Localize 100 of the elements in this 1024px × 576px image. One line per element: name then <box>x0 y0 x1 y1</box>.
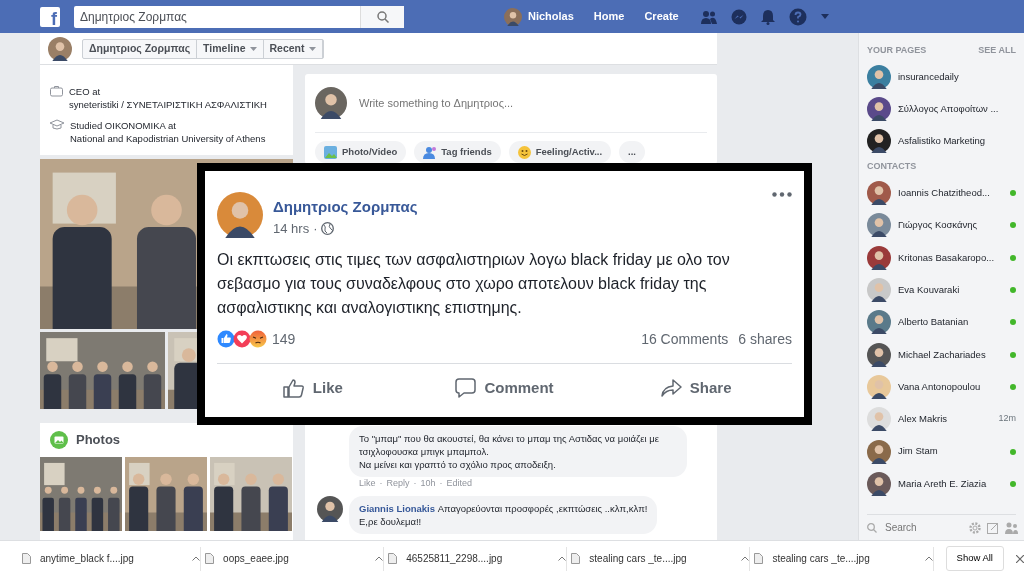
photos-title[interactable]: Photos <box>76 430 121 450</box>
caret-up-icon[interactable] <box>375 556 384 561</box>
comments-count-link[interactable]: 16 Comments <box>641 328 729 350</box>
file-icon <box>388 553 398 564</box>
search-button[interactable] <box>360 5 404 28</box>
last-active-time: 12m <box>998 412 1016 426</box>
download-item[interactable]: oops_eaee.jpg <box>201 546 385 571</box>
caret-up-icon[interactable] <box>192 556 201 561</box>
author-name-link[interactable]: Δημητριος Ζορμπας <box>273 196 762 219</box>
post-action-button[interactable]: Comment <box>408 368 601 408</box>
post-time-link[interactable]: 14 hrs <box>273 218 310 238</box>
intro-link[interactable]: syneteristiki / ΣΥΝΕΤΑΙΡΙΣΤΙΚΗ ΑΣΦΑΛΙΣΤΙΚΗ <box>69 99 267 110</box>
share-arrow-icon <box>660 379 682 397</box>
love-reaction-icon <box>233 330 251 348</box>
section-title: CONTACTS <box>867 160 917 174</box>
photo-icon <box>324 145 337 159</box>
user-avatar <box>504 7 522 26</box>
chat-search-field[interactable]: Search <box>883 519 963 536</box>
caret-up-icon[interactable] <box>558 556 567 561</box>
user-link[interactable]: Nicholas <box>528 8 574 25</box>
profile-avatar <box>48 36 72 61</box>
contact-item[interactable]: Eva Kouvaraki <box>867 273 1016 307</box>
dropdown-button[interactable]: Recent <box>263 39 323 58</box>
post-action-button[interactable]: Like <box>217 368 409 408</box>
contact-item[interactable]: Ioannis Chatzitheod... <box>867 177 1016 210</box>
smiley-icon <box>517 145 531 159</box>
profile-name-link[interactable]: Δημητριος Ζορμπας <box>83 39 198 58</box>
composer-button[interactable]: Feeling/Activ... <box>508 141 612 164</box>
search-icon <box>867 522 877 533</box>
close-icon[interactable] <box>1016 554 1024 563</box>
separator: · <box>413 476 417 490</box>
intro-link[interactable]: National and Kapodistrian University of Athens <box>70 133 266 144</box>
contact-item[interactable]: Alex Makris 12m <box>867 403 1016 436</box>
friends-icon[interactable] <box>700 9 717 24</box>
contact-avatar <box>867 245 891 270</box>
contact-avatar <box>867 213 891 238</box>
commenter-name-link[interactable]: Giannis Lionakis <box>359 503 436 514</box>
post-text: Οι εκπτωσεις στις τιμες των ασφαλιστηριων λογω black friday με ολο τον σεβασμο για τους συναδελφους στο χωρο αποτελουν black friday της ασφαλιστικης και αναλογιστικης επιστημης. <box>217 250 731 318</box>
contact-item[interactable]: Vana Antonopoulou <box>867 370 1016 404</box>
caret-icon[interactable] <box>820 14 829 19</box>
shares-count-link[interactable]: 6 shares <box>738 328 792 350</box>
file-icon <box>571 553 581 564</box>
reaction-count[interactable]: 149 <box>272 328 296 350</box>
caret-icon <box>249 46 257 51</box>
bell-icon[interactable] <box>760 8 775 25</box>
composer-button[interactable]: Tag friends <box>414 141 501 164</box>
file-icon <box>205 553 215 564</box>
contact-item[interactable]: Maria Areth E. Ziazia <box>867 467 1016 500</box>
caret-up-icon[interactable] <box>924 556 933 561</box>
commenter-avatar <box>317 496 343 522</box>
contact-item[interactable]: Jim Stam <box>867 435 1016 468</box>
show-all-button[interactable]: Show All <box>945 546 1004 571</box>
page-item[interactable]: insurancedaily <box>867 61 1016 93</box>
separator: · <box>313 219 318 238</box>
photos-icon <box>50 431 68 449</box>
composer-button[interactable]: Photo/Video <box>315 141 407 164</box>
section-title: YOUR PAGES <box>867 44 927 58</box>
globe-icon <box>321 221 335 235</box>
page-avatar <box>867 129 891 153</box>
download-item[interactable]: 46525811_2298....jpg <box>384 546 568 571</box>
search-icon <box>376 10 389 23</box>
logo[interactable]: f <box>40 6 60 27</box>
contact-avatar <box>867 471 891 496</box>
caret-up-icon[interactable] <box>741 556 750 561</box>
file-icon <box>754 553 764 564</box>
composer-button[interactable]: ... <box>619 141 645 164</box>
contact-avatar <box>867 310 891 335</box>
author-avatar <box>217 192 263 238</box>
download-item[interactable]: stealing cars _te....jpg <box>750 546 934 571</box>
nav-link[interactable]: Home <box>593 8 625 25</box>
thumbs-up-icon <box>282 378 305 398</box>
help-icon[interactable] <box>788 7 807 26</box>
more-options-icon[interactable] <box>772 192 792 197</box>
separator: · <box>379 476 383 490</box>
user-avatar <box>315 87 347 119</box>
contact-avatar <box>867 439 891 464</box>
comment-text: Το "μπαμ" που θα ακουστεί, θα κάνει το μπαμ της Αστιδας να μοιάζει με τσιχλοφουσκα μπιγκ μπαμπολ. Να μείνει και γραπτό το σχόλιο προς αποδειξη. <box>359 432 659 470</box>
post-input[interactable]: Write something to Δημητριος... <box>357 93 707 113</box>
caret-icon <box>308 46 316 51</box>
contact-item[interactable]: Alberto Batanian <box>867 306 1016 339</box>
person-tag-icon <box>423 145 437 159</box>
download-item[interactable]: anytime_black f....jpg <box>18 546 202 571</box>
contact-item[interactable]: Michael Zachariades <box>867 338 1016 371</box>
graduation-cap-icon <box>50 119 64 131</box>
comment-meta: Edited <box>446 476 473 490</box>
messenger-icon[interactable] <box>730 8 747 25</box>
page-item[interactable]: Asfalistiko Marketing <box>867 125 1016 157</box>
nav-link[interactable]: Create <box>644 8 679 25</box>
page-avatar <box>867 97 891 121</box>
contact-item[interactable]: Γιώργος Κοσκάνης <box>867 209 1016 242</box>
intro-text: Studied ΟΙΚΟΝΟΜΙΚΑ at National and Kapodistrian University of Athens <box>70 119 267 145</box>
comment-text: Giannis Lionakis Απαγορεύονται προσφορές ,εκπτώσεις ..κλπ,κλπ! Ε,ρε δουλεμα!! <box>359 503 648 527</box>
post-action-button[interactable]: Share <box>600 368 792 408</box>
download-item[interactable]: stealing cars _te....jpg <box>567 546 751 571</box>
dropdown-button[interactable]: Timeline <box>197 39 264 58</box>
contact-item[interactable]: Kritonas Basakaropo... <box>867 241 1016 274</box>
intro-text: CEO at syneteristiki / ΣΥΝΕΤΑΙΡΙΣΤΙΚΗ ΑΣΦΑΛΙΣΤΙΚΗ <box>69 85 268 111</box>
contact-avatar <box>867 342 891 367</box>
page-item[interactable]: Σύλλογος Αποφοίτων ... <box>867 93 1016 125</box>
separator: · <box>439 476 443 490</box>
